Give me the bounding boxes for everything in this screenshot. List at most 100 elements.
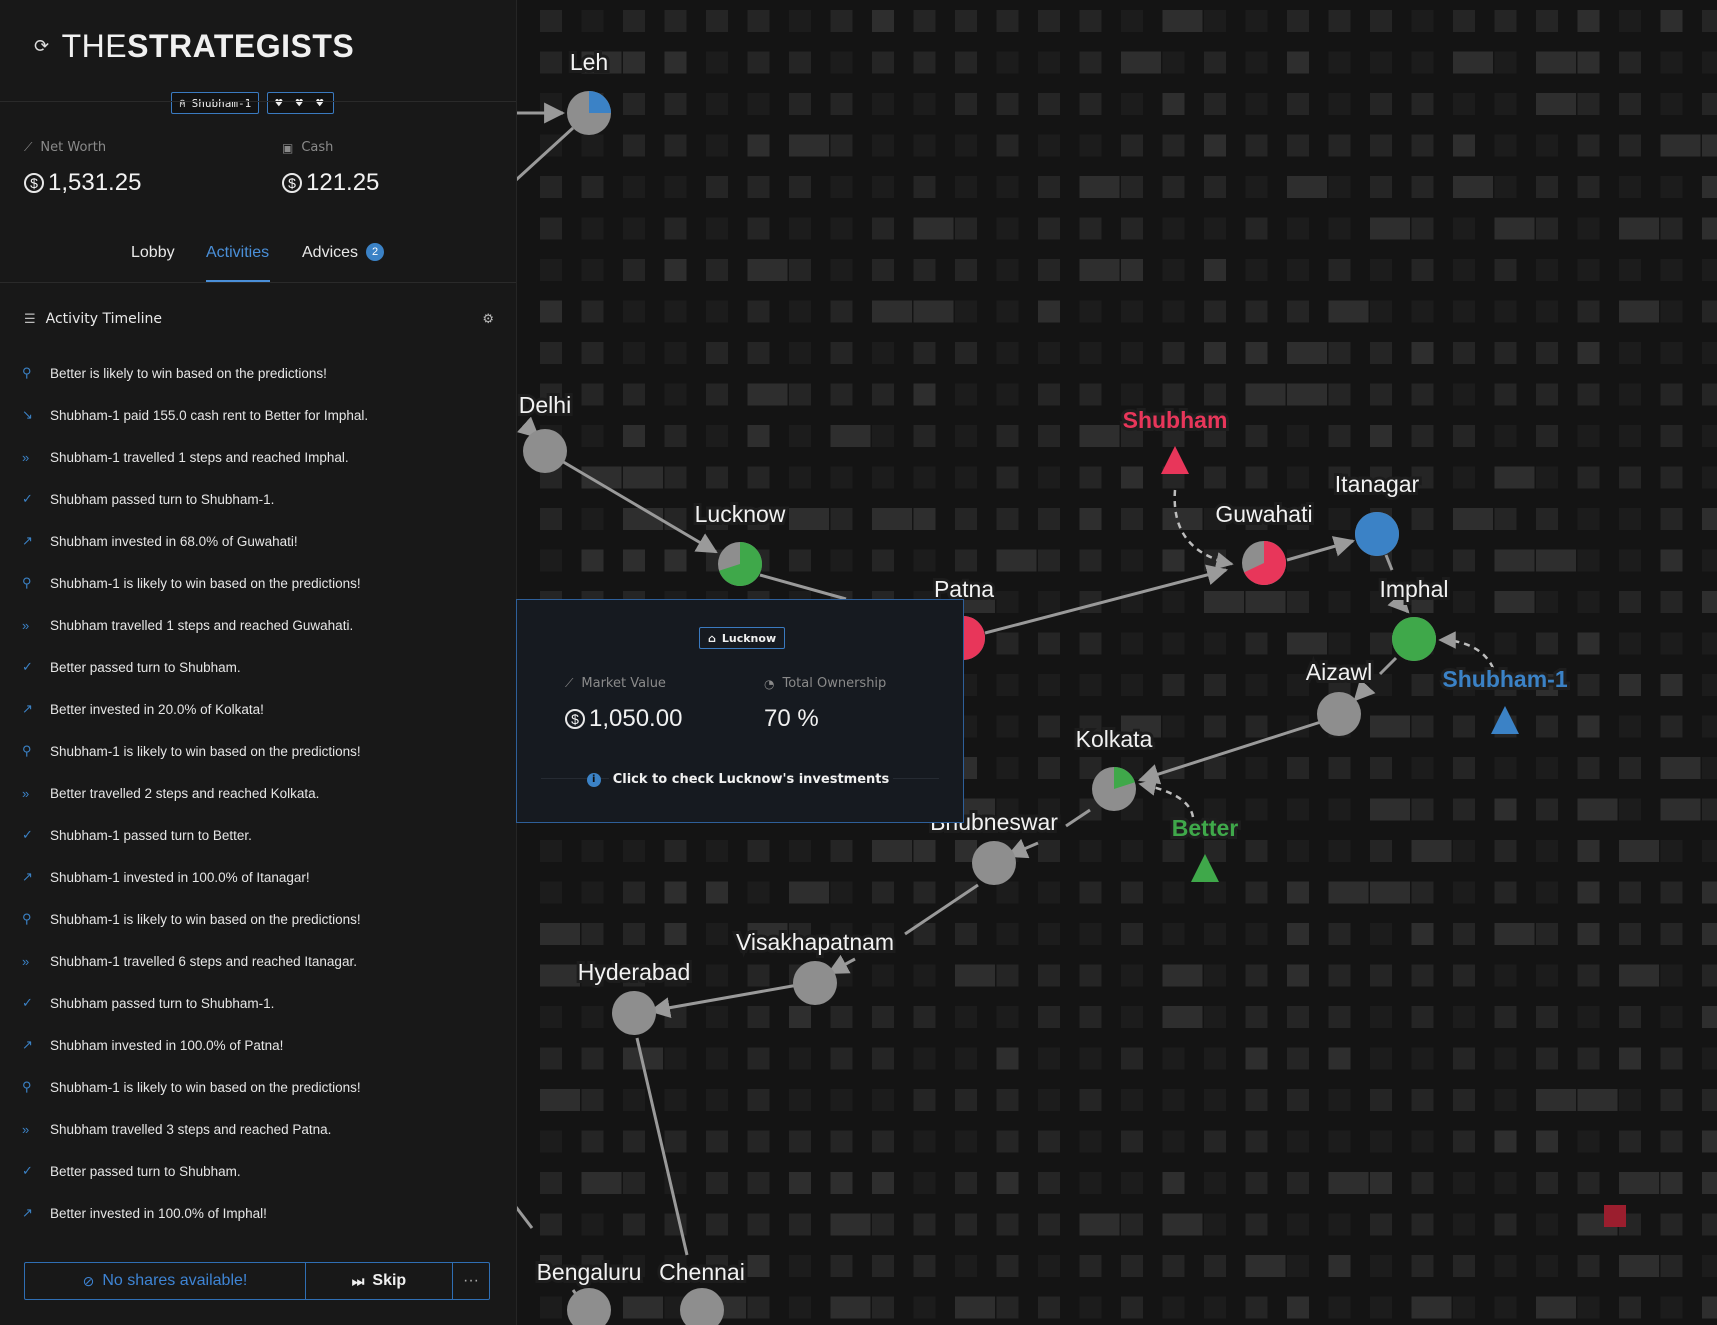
city-circle[interactable] [793,961,837,1005]
city-label: Hyderabad [578,959,691,985]
advices-count-badge: 2 [366,243,385,261]
timeline-event-text: Better invested in 100.0% of Imphal! [50,1205,267,1221]
market-value-stat: ⟋ Market Value $1,050.00 [565,676,683,732]
city-tag: ⌂ Lucknow [699,627,786,649]
player-label: Better [1172,815,1239,841]
bulb-icon: ⚲ [22,743,32,758]
timeline-event-text: Better travelled 2 steps and reached Kol… [50,785,320,801]
check-investments-link[interactable]: i Click to check Lucknow's investments [517,772,963,787]
city-circle[interactable] [612,991,656,1035]
ownership-slice [1355,512,1399,556]
travel-icon: » [22,1121,30,1137]
timeline-event: ✓ Better passed turn to Shubham. [22,646,502,688]
activity-timeline: ⚲ Better is likely to win based on the pr… [22,352,502,1234]
divider [0,282,516,283]
city-node[interactable]: Leh [567,46,611,135]
check-icon: ✓ [22,491,33,506]
city-circle[interactable] [1317,692,1361,736]
timeline-event-text: Shubham-1 paid 155.0 cash rent to Better… [50,407,369,423]
ownership-slice [1392,617,1436,661]
tab-activities[interactable]: Activities [206,240,270,282]
gear-icon[interactable]: ⚙ [482,312,494,327]
list-icon: ☰ [24,311,36,327]
net-worth-stat: ⟋ Net Worth $1,531.25 [24,140,141,197]
timeline-event: ↘ Shubham-1 paid 155.0 cash rent to Bette… [22,394,502,436]
net-worth-label: Net Worth [40,140,107,155]
city-label: Kolkata [1076,726,1153,752]
timeline-event: » Shubham-1 travelled 1 steps and reached… [22,436,502,478]
travel-icon: » [22,617,30,633]
timeline-event-text: Shubham passed turn to Shubham-1. [50,995,275,1011]
timeline-event: ⚲ Shubham-1 is likely to win based on the… [22,730,502,772]
brand-name: STRATEGISTS [127,27,355,64]
tab-lobby[interactable]: Lobby [131,240,175,282]
tab-bar: Lobby Activities Advices 2 [0,240,516,284]
skip-button[interactable]: ⏭ Skip [306,1263,453,1299]
timeline-event: ✓ Shubham passed turn to Shubham-1. [22,478,502,520]
rent-icon: ↘ [22,407,33,422]
city-node[interactable]: Delhi [516,389,574,473]
timeline-event-text: Shubham passed turn to Shubham-1. [50,491,275,507]
action-bar: ⊘ No shares available! ⏭ Skip ··· [24,1262,490,1300]
invest-icon: ↗ [22,1205,33,1220]
city-circle[interactable] [972,841,1016,885]
timeline-event-text: Better passed turn to Shubham. [50,659,241,675]
more-button[interactable]: ··· [453,1263,489,1299]
player-label: Shubham [1123,407,1228,433]
timeline-event-text: Better is likely to win based on the pre… [50,365,327,381]
no-shares-button[interactable]: ⊘ No shares available! [25,1263,306,1299]
skip-forward-icon: ⏭ [351,1272,365,1289]
city-label: Delhi [519,392,571,418]
timeline-event: ⚲ Shubham-1 is likely to win based on the… [22,898,502,940]
city-label: Chennai [659,1259,745,1285]
wallet-icon: ▣ [282,140,294,155]
timeline-event: » Shubham travelled 3 steps and reached P… [22,1108,502,1150]
timeline-event: ↗ Shubham-1 invested in 100.0% of Itanaga… [22,856,502,898]
city-label: Guwahati [1215,501,1312,527]
timeline-event-text: Shubham invested in 68.0% of Guwahati! [50,533,298,549]
player-name: Shubham-1 [191,96,252,110]
timeline-event: ✓ Shubham passed turn to Shubham-1. [22,982,502,1024]
timeline-event-text: Shubham-1 is likely to win based on the … [50,911,361,927]
timeline-event-text: Shubham invested in 100.0% of Patna! [50,1037,284,1053]
check-icon: ✓ [22,827,33,842]
travel-icon: » [22,953,30,969]
more-icon: ··· [463,1272,479,1289]
bulb-icon: ⚲ [22,1079,32,1094]
market-value: 1,050.00 [589,705,683,732]
player-lives-tag: ♥ ♥ ♥ [267,92,335,114]
cash-value: 121.25 [306,169,380,196]
city-label: Aizawl [1306,659,1372,685]
city-node[interactable]: Guwahati [1212,498,1316,585]
city-circle[interactable] [680,1288,724,1325]
ban-icon: ⊘ [82,1272,95,1289]
city-circle[interactable] [567,1288,611,1325]
timeline-event-text: Shubham-1 is likely to win based on the … [50,1079,361,1095]
invest-icon: ↗ [22,869,33,884]
logout-icon[interactable]: ⟳ [34,36,50,57]
timeline-event: ↗ Shubham invested in 100.0% of Patna! [22,1024,502,1066]
timeline-event: ⚲ Better is likely to win based on the pr… [22,352,502,394]
bulb-icon: ⚲ [22,365,32,380]
timeline-event-text: Better passed turn to Shubham. [50,1163,241,1179]
city-info-popup: ⌂ Lucknow ⟋ Market Value $1,050.00 ◔ Total… [516,599,964,823]
city-circle[interactable] [523,429,567,473]
city-label: Leh [570,49,608,75]
travel-icon: » [22,785,30,801]
city-name: Lucknow [721,631,777,645]
ownership-value: 70 % [764,705,819,732]
city-node[interactable]: Lucknow [692,498,789,586]
city-label: Itanagar [1335,471,1420,497]
info-icon: i [586,772,601,787]
timeline-title: Activity Timeline [45,311,162,327]
divider [0,101,516,102]
city-label: Imphal [1379,576,1448,602]
timeline-event-text: Shubham-1 travelled 1 steps and reached … [50,449,349,465]
timeline-event-text: Shubham-1 is likely to win based on the … [50,743,361,759]
chart-line-icon: ⟋ [565,676,574,690]
tab-advices[interactable]: Advices 2 [302,240,385,282]
check-icon: ✓ [22,659,33,674]
cash-stat: ▣ Cash $121.25 [282,140,379,197]
timeline-event-text: Better invested in 20.0% of Kolkata! [50,701,264,717]
city-label: Lucknow [695,501,786,527]
